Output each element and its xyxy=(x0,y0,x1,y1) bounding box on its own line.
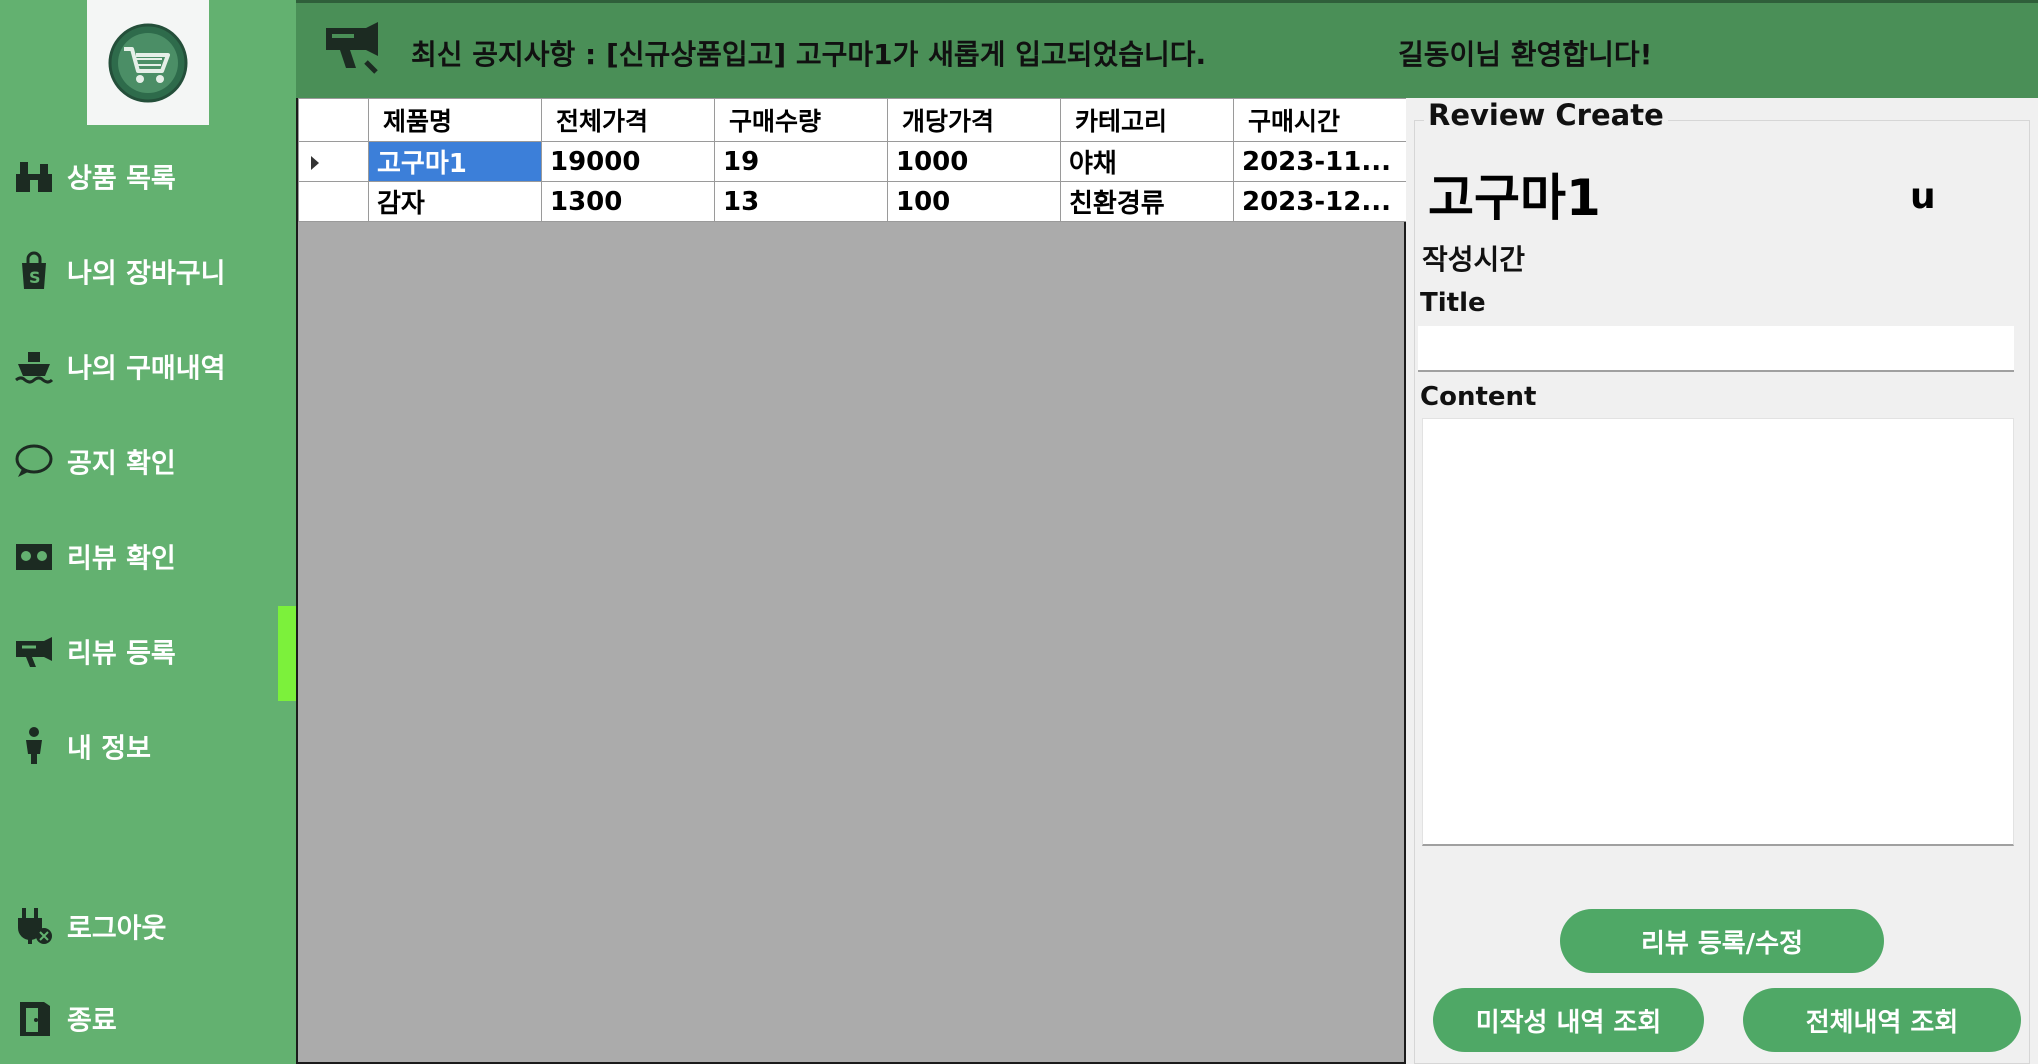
sidebar-item-label: 리뷰 확인 xyxy=(67,543,176,575)
unwritten-history-button[interactable]: 미작성 내역 조회 xyxy=(1433,988,1704,1052)
grid-corner-cell[interactable] xyxy=(298,98,369,142)
latest-notice-text: 최신 공지사항 : [신규상품입고] 고구마1가 새롭게 입고되었습니다. xyxy=(411,38,1207,71)
register-review-button[interactable]: 리뷰 등록/수정 xyxy=(1560,909,1884,973)
sidebar-item-review-check[interactable]: 리뷰 확인 xyxy=(0,526,296,586)
chat-bubble-icon xyxy=(12,439,56,483)
shopping-bag-icon: S xyxy=(12,249,56,293)
column-header-purchase-time[interactable]: 구매시간 xyxy=(1233,98,1407,142)
grid-header-row: 제품명 전체가격 구매수량 개당가격 카테고리 구매시간 xyxy=(298,98,1407,142)
table-cell[interactable]: 100 xyxy=(887,181,1061,222)
table-cell[interactable]: 1300 xyxy=(541,181,715,222)
review-icon xyxy=(12,534,56,578)
exit-door-icon xyxy=(12,996,56,1040)
sidebar-item-label: 내 정보 xyxy=(67,733,151,765)
person-icon xyxy=(12,724,56,768)
sidebar-item-label: 종료 xyxy=(67,1005,117,1037)
column-header-total-price[interactable]: 전체가격 xyxy=(541,98,715,142)
table-cell[interactable]: 야채 xyxy=(1060,141,1234,182)
store-icon xyxy=(12,154,56,198)
purchase-grid-area: 제품명 전체가격 구매수량 개당가격 카테고리 구매시간 고구마1 19000 … xyxy=(296,98,1407,1064)
written-time-label: 작성시간 xyxy=(1422,243,1526,276)
title-label: Title xyxy=(1420,288,1486,318)
sidebar-item-label: 리뷰 등록 xyxy=(67,638,176,670)
column-header-unit-price[interactable]: 개당가격 xyxy=(887,98,1061,142)
review-content-textarea[interactable] xyxy=(1422,418,2014,846)
megaphone-icon xyxy=(12,629,56,673)
review-product-name: 고구마1 xyxy=(1428,169,1601,227)
sidebar-item-my-cart[interactable]: S 나의 장바구니 xyxy=(0,241,296,301)
review-user-id: u xyxy=(1910,176,1936,217)
review-create-legend: Review Create xyxy=(1424,98,1668,132)
sidebar-item-label: 상품 목록 xyxy=(67,163,176,195)
row-header[interactable] xyxy=(298,181,369,222)
table-cell[interactable]: 19 xyxy=(714,141,888,182)
sidebar-item-logout[interactable]: 로그아웃 xyxy=(0,896,296,956)
sidebar-item-label: 나의 장바구니 xyxy=(67,258,226,290)
table-cell[interactable]: 고구마1 xyxy=(368,141,542,182)
table-cell[interactable]: 친환경류 xyxy=(1060,181,1234,222)
sidebar-item-purchase-history[interactable]: 나의 구매내역 xyxy=(0,336,296,396)
all-history-button[interactable]: 전체내역 조회 xyxy=(1743,988,2021,1052)
table-row[interactable]: 감자 1300 13 100 친환경류 2023-12... xyxy=(298,181,1407,222)
column-header-product-name[interactable]: 제품명 xyxy=(368,98,542,142)
column-header-category[interactable]: 카테고리 xyxy=(1060,98,1234,142)
sidebar-item-notice[interactable]: 공지 확인 xyxy=(0,431,296,491)
sidebar-item-exit[interactable]: 종료 xyxy=(0,988,296,1048)
table-cell[interactable]: 2023-11... xyxy=(1233,141,1407,182)
review-title-input[interactable] xyxy=(1418,326,2014,372)
welcome-text: 길동이님 환영합니다! xyxy=(1398,38,1653,71)
shopping-cart-logo-icon xyxy=(108,23,188,102)
ship-icon xyxy=(12,344,56,388)
table-cell[interactable]: 19000 xyxy=(541,141,715,182)
svg-text:S: S xyxy=(29,268,41,287)
app-logo xyxy=(87,0,209,125)
content-label: Content xyxy=(1420,382,1537,412)
table-row[interactable]: 고구마1 19000 19 1000 야채 2023-11... xyxy=(298,141,1407,182)
plug-x-icon xyxy=(12,904,56,948)
table-cell[interactable]: 감자 xyxy=(368,181,542,222)
sidebar-item-product-list[interactable]: 상품 목록 xyxy=(0,146,296,206)
sidebar-item-label: 공지 확인 xyxy=(67,448,176,480)
table-cell[interactable]: 1000 xyxy=(887,141,1061,182)
active-nav-indicator xyxy=(278,606,296,701)
sidebar: 상품 목록 S 나의 장바구니 나의 구매내역 공지 확인 리뷰 확인 리뷰 등… xyxy=(0,0,296,1064)
table-cell[interactable]: 2023-12... xyxy=(1233,181,1407,222)
row-header[interactable] xyxy=(298,141,369,182)
sidebar-item-review-register[interactable]: 리뷰 등록 xyxy=(0,621,296,681)
purchase-grid[interactable]: 제품명 전체가격 구매수량 개당가격 카테고리 구매시간 고구마1 19000 … xyxy=(298,98,1407,222)
table-cell[interactable]: 13 xyxy=(714,181,888,222)
sidebar-item-my-info[interactable]: 내 정보 xyxy=(0,716,296,776)
column-header-quantity[interactable]: 구매수량 xyxy=(714,98,888,142)
sidebar-item-label: 나의 구매내역 xyxy=(67,353,226,385)
sidebar-item-label: 로그아웃 xyxy=(67,913,167,945)
current-row-arrow-icon xyxy=(311,155,319,170)
megaphone-icon xyxy=(322,20,386,76)
